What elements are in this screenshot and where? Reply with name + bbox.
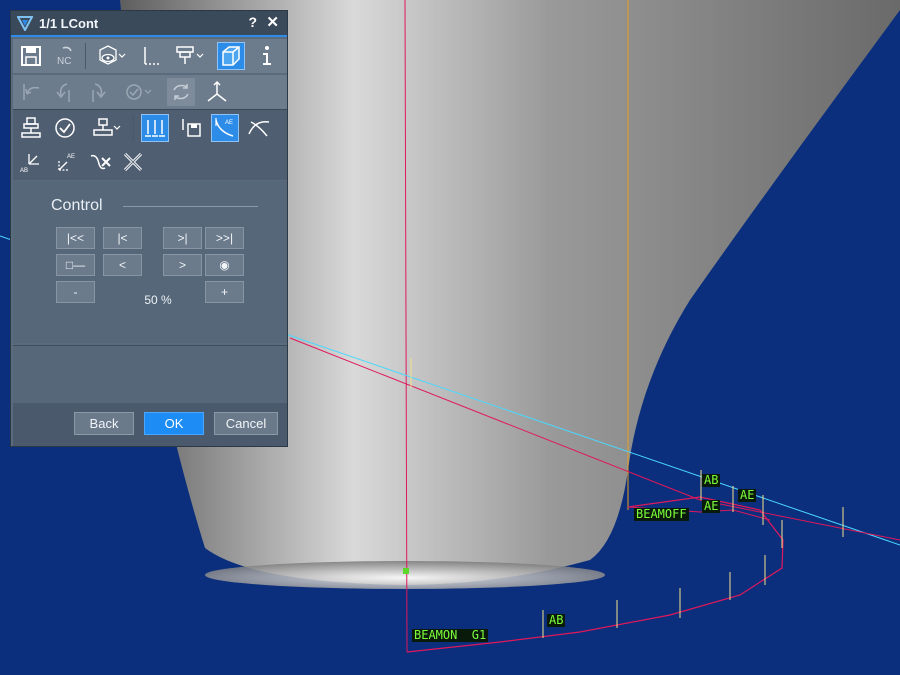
save-icon — [21, 46, 41, 66]
rotate-right-button[interactable] — [85, 78, 113, 106]
refresh-button[interactable] — [167, 78, 195, 106]
svg-text:AB: AB — [20, 168, 28, 174]
machine-tool-dropdown-button[interactable] — [171, 42, 207, 70]
delete-all-button[interactable] — [119, 148, 147, 176]
delete-all-icon — [123, 152, 143, 172]
machine-tool-icon — [176, 46, 204, 64]
cube-view-button[interactable] — [217, 42, 245, 70]
toolbar-row-2 — [13, 75, 287, 109]
speed-value: 50 % — [144, 293, 172, 307]
speed-decrease-button[interactable]: - — [56, 281, 95, 303]
label-ae-center: AE — [702, 499, 721, 513]
toolbar-row-1: NC — [13, 39, 287, 73]
multi-beam-button[interactable] — [141, 114, 169, 142]
path-ae-button[interactable]: AE — [211, 114, 239, 142]
cube-icon — [222, 46, 240, 66]
visibility-check-icon — [126, 84, 152, 100]
view-dropdown-button[interactable] — [93, 42, 129, 70]
visibility-check-button[interactable] — [119, 78, 155, 106]
help-icon[interactable]: ? — [248, 14, 257, 30]
rotate-right-icon — [92, 83, 106, 102]
last-button[interactable]: >>| — [205, 227, 244, 249]
toolbar-separator — [133, 115, 134, 141]
stop-button[interactable]: ◉ — [205, 254, 244, 276]
refresh-icon — [173, 84, 189, 100]
head-dropdown-icon — [93, 118, 121, 136]
axis-button[interactable] — [137, 42, 165, 70]
control-section: Control |<< |< >| >>| □— < > ◉ - 50 % + — [13, 181, 287, 343]
save-head-button[interactable] — [177, 114, 205, 142]
red-path-line — [699, 499, 900, 541]
previous-step-button[interactable]: |< — [103, 227, 142, 249]
path-ae-icon: AE — [215, 118, 234, 137]
toolbar-row-3: AE AB AE — [13, 109, 287, 180]
point-ab-button[interactable]: AB — [17, 148, 45, 176]
dialog-footer: Back OK Cancel — [13, 403, 287, 446]
delete-path-icon — [90, 154, 111, 170]
start-point-marker — [403, 568, 409, 574]
rotate-left-button[interactable] — [51, 78, 79, 106]
point-ae-button[interactable]: AE — [51, 148, 79, 176]
curve-icon — [248, 121, 270, 137]
point-ab-icon: AB — [20, 154, 39, 174]
svg-text:AE: AE — [67, 154, 75, 160]
ok-button[interactable]: OK — [144, 412, 204, 435]
label-ae-right: AE — [738, 488, 757, 502]
toolbar-separator — [85, 43, 86, 69]
curve-button[interactable] — [245, 114, 273, 142]
info-icon — [263, 46, 271, 65]
save-head-icon — [182, 119, 201, 137]
point-ae-icon: AE — [58, 154, 75, 171]
coordinate-axes-button[interactable] — [203, 78, 231, 106]
nc-button[interactable]: NC — [51, 42, 79, 70]
nozzle-tip — [205, 561, 605, 589]
cancel-button[interactable]: Cancel — [214, 412, 278, 435]
lcont-dialog: 1/1 LCont ? ✕ NC AE AB AE Control |<< |<… — [10, 10, 288, 447]
app-logo-icon — [17, 16, 33, 31]
coordinate-axes-icon — [207, 80, 227, 102]
svg-text:NC: NC — [57, 56, 71, 67]
control-divider — [123, 206, 258, 207]
close-icon[interactable]: ✕ — [266, 13, 279, 31]
next-step-button[interactable]: >| — [163, 227, 202, 249]
save-button[interactable] — [17, 42, 45, 70]
label-beamon: BEAMON G1 — [412, 628, 489, 642]
control-title: Control — [51, 197, 103, 214]
play-backward-button[interactable]: < — [103, 254, 142, 276]
undo-path-icon — [23, 84, 40, 100]
multi-beam-icon — [145, 120, 165, 137]
head-dropdown-button[interactable] — [87, 114, 125, 142]
nc-icon: NC — [57, 46, 72, 67]
axis-icon — [144, 47, 161, 65]
check-button[interactable] — [51, 114, 79, 142]
dialog-titlebar[interactable]: 1/1 LCont ? ✕ — [11, 11, 287, 37]
rotate-left-icon — [56, 83, 70, 102]
laser-head-button[interactable] — [17, 114, 45, 142]
reset-button[interactable]: □— — [56, 254, 95, 276]
laser-head-icon — [21, 117, 41, 138]
label-ab-top: AB — [702, 473, 721, 487]
label-ab-bottom: AB — [547, 613, 566, 627]
delete-path-button[interactable] — [87, 148, 115, 176]
speed-increase-button[interactable]: + — [205, 281, 244, 303]
label-beamoff: BEAMOFF — [634, 507, 689, 521]
play-forward-button[interactable]: > — [163, 254, 202, 276]
svg-text:AE: AE — [225, 120, 233, 126]
dialog-title: 1/1 LCont — [39, 15, 99, 31]
empty-section — [13, 345, 287, 404]
info-button[interactable] — [253, 42, 281, 70]
check-circle-icon — [55, 118, 75, 138]
view-eye-icon — [99, 45, 126, 65]
undo-path-button[interactable] — [17, 78, 45, 106]
back-button[interactable]: Back — [74, 412, 134, 435]
first-button[interactable]: |<< — [56, 227, 95, 249]
